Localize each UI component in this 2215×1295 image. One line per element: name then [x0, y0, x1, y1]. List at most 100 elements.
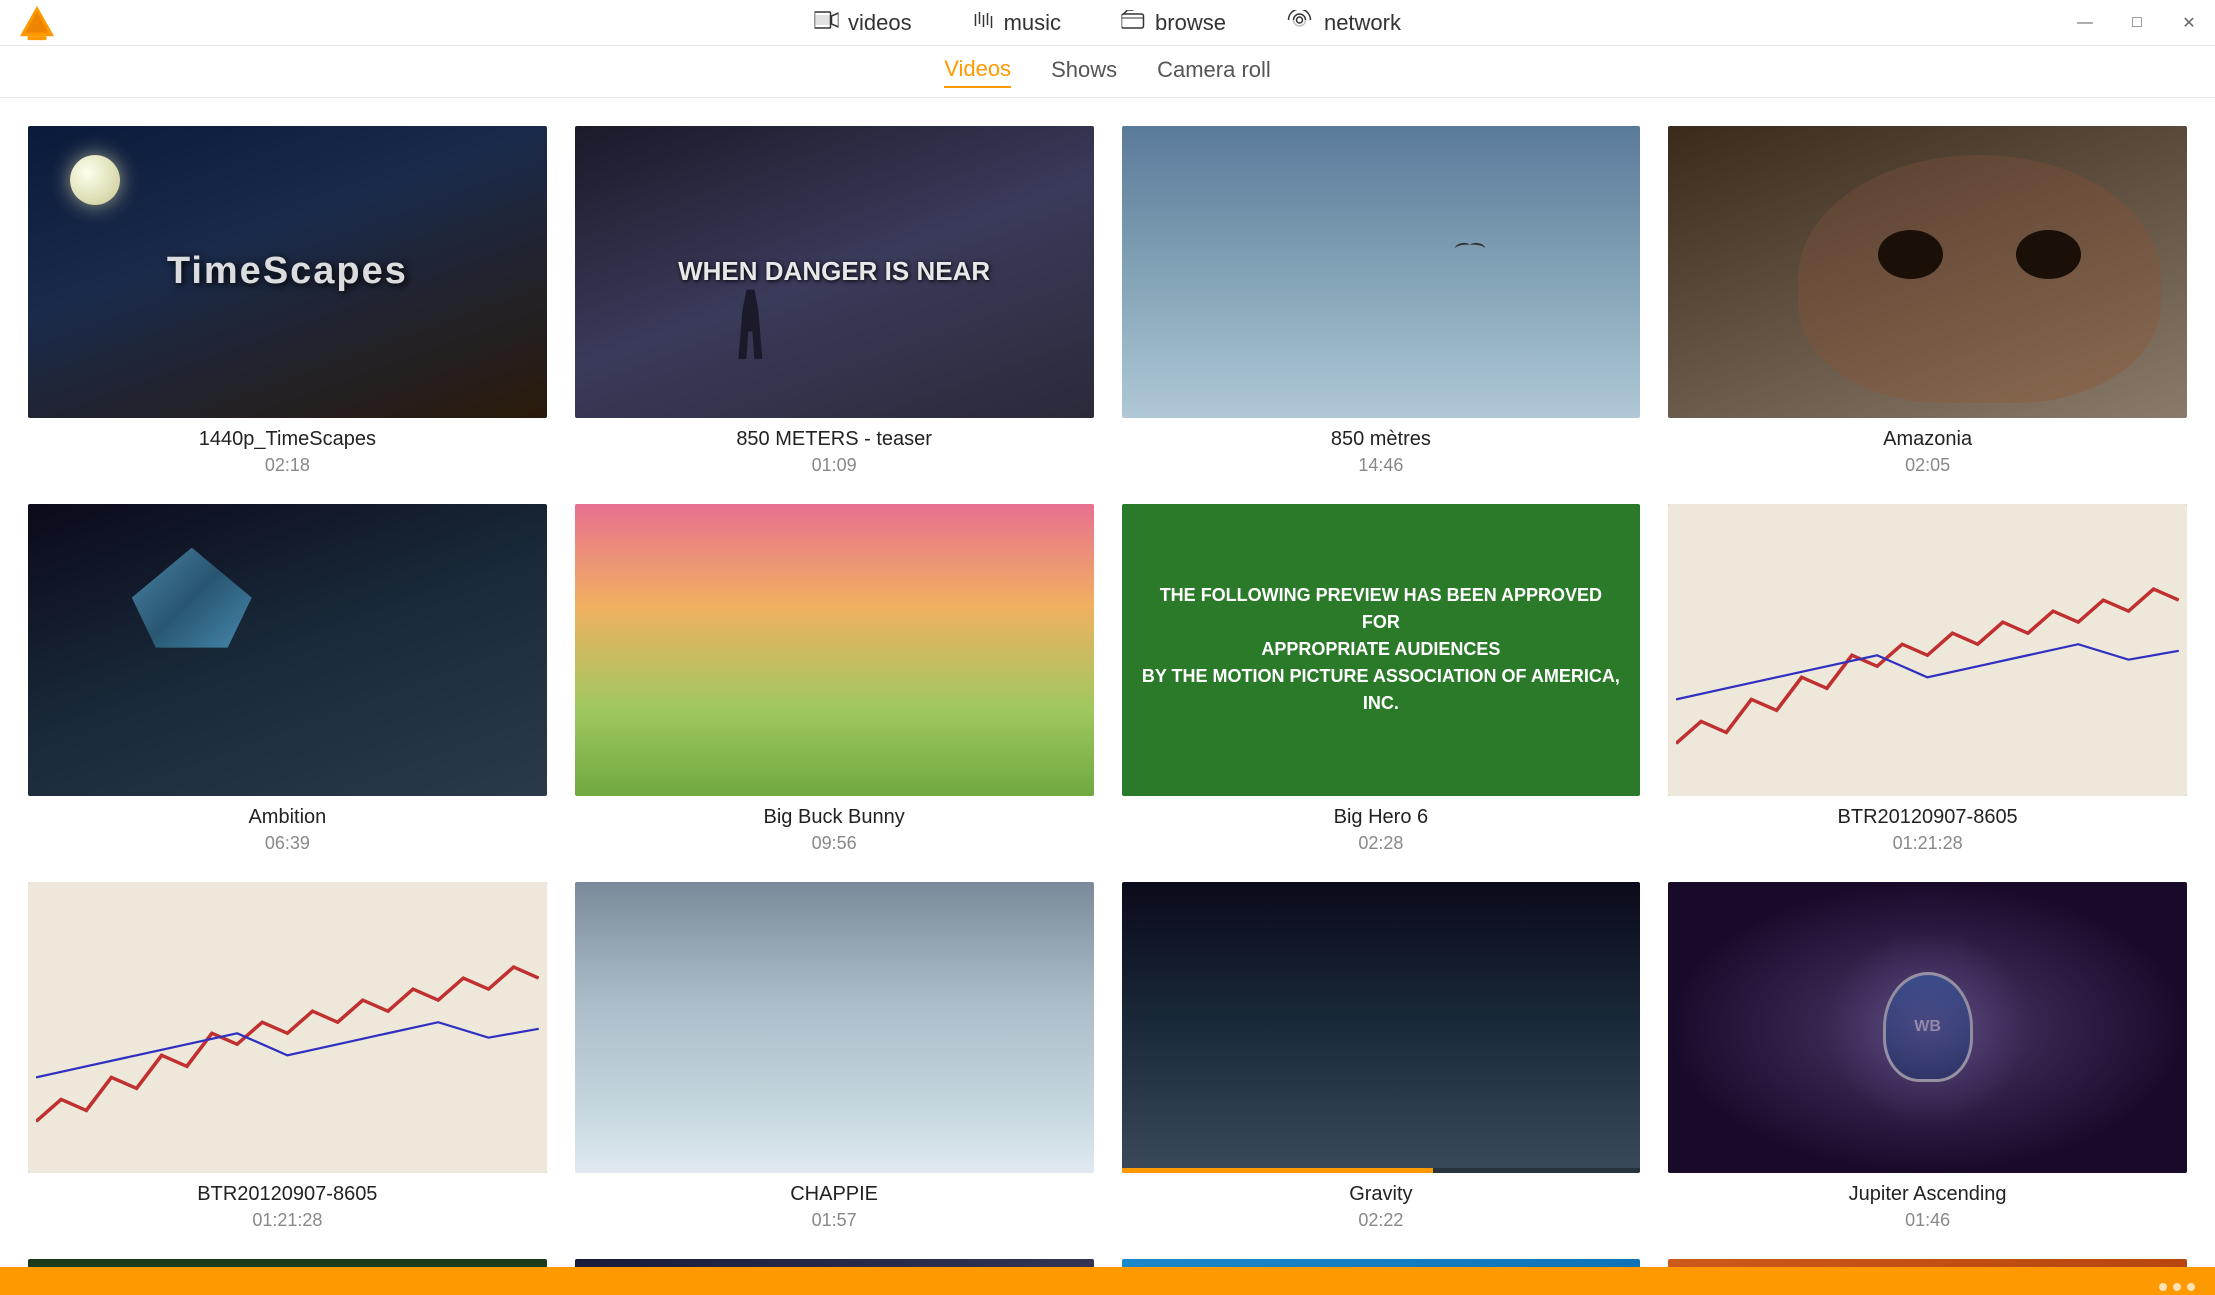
video-thumbnail	[28, 504, 547, 796]
list-item[interactable]: oulli	[1668, 1259, 2187, 1267]
close-button[interactable]: ✕	[2163, 0, 2215, 46]
video-duration: 14:46	[1358, 455, 1403, 476]
list-item[interactable]: Big Buck Bunny 09:56	[575, 504, 1094, 854]
music-icon	[972, 10, 994, 36]
nav-music-label: music	[1004, 10, 1061, 36]
approved-overlay: THE FOLLOWING PREVIEW HAS BEEN APPROVED …	[1122, 504, 1641, 796]
nav-network-label: network	[1324, 10, 1401, 36]
list-item[interactable]: CHAPPIE 01:57	[575, 882, 1094, 1232]
video-duration: 02:22	[1358, 1210, 1403, 1231]
video-title: Ambition	[248, 806, 326, 829]
video-title: Jupiter Ascending	[1849, 1183, 2007, 1206]
video-title: Amazonia	[1883, 428, 1972, 451]
list-item[interactable]: Amazonia 02:05	[1668, 126, 2187, 476]
decorative-glow	[1828, 927, 2028, 1127]
video-title: Big Hero 6	[1334, 806, 1429, 829]
video-grid: TimeScapes 1440p_TimeScapes 02:18 WHEN D…	[28, 126, 2187, 1267]
maximize-button[interactable]: □	[2111, 0, 2163, 46]
chart-thumbnail	[1668, 504, 2187, 796]
app-logo	[18, 4, 56, 42]
browse-icon	[1121, 10, 1145, 36]
list-item[interactable]: 850 mètres 14:46	[1122, 126, 1641, 476]
video-thumbnail: WB	[1668, 882, 2187, 1174]
video-title: BTR20120907-8605	[1838, 806, 2018, 829]
video-title: 850 mètres	[1331, 428, 1431, 451]
video-thumbnail: oulli	[1122, 1259, 1641, 1267]
video-title: 850 METERS - teaser	[736, 428, 932, 451]
nav-music[interactable]: music	[972, 10, 1061, 36]
list-item[interactable]: THE FOLLOWING PREVIEW HAS BEEN APPROVED …	[1122, 504, 1641, 854]
video-duration: 01:21:28	[1893, 833, 1963, 854]
list-item[interactable]	[28, 1259, 547, 1267]
video-duration: 06:39	[265, 833, 310, 854]
video-duration: 02:05	[1905, 455, 1950, 476]
nav-network[interactable]: network	[1286, 10, 1401, 36]
video-title: 1440p_TimeScapes	[199, 428, 376, 451]
list-item[interactable]: TimeScapes 1440p_TimeScapes 02:18	[28, 126, 547, 476]
nav-browse-label: browse	[1155, 10, 1226, 36]
list-item[interactable]: oulli	[1122, 1259, 1641, 1267]
subnav-videos[interactable]: Videos	[944, 56, 1011, 88]
content-area: TimeScapes 1440p_TimeScapes 02:18 WHEN D…	[0, 98, 2215, 1267]
dot-2	[2173, 1283, 2181, 1291]
video-duration: 02:18	[265, 455, 310, 476]
nav-videos-label: videos	[848, 10, 912, 36]
dot-3	[2187, 1283, 2195, 1291]
video-duration: 09:56	[812, 833, 857, 854]
video-thumbnail	[28, 882, 547, 1174]
network-icon	[1286, 10, 1314, 36]
ouli-overlay: oulli	[1122, 1259, 1641, 1267]
list-item[interactable]: BTR20120907-8605 01:21:28	[1668, 504, 2187, 854]
video-duration: 01:21:28	[252, 1210, 322, 1231]
video-thumbnail: WHEN DANGER IS NEAR	[575, 126, 1094, 418]
list-item[interactable]	[575, 1259, 1094, 1267]
status-bar	[0, 1267, 2215, 1295]
decorative-monkey	[1798, 155, 2161, 403]
video-thumbnail	[1122, 882, 1641, 1174]
sub-navigation: Videos Shows Camera roll	[0, 46, 2215, 98]
video-thumbnail: oulli	[1668, 1259, 2187, 1267]
minimize-button[interactable]: —	[2059, 0, 2111, 46]
video-thumbnail	[1668, 126, 2187, 418]
progress-bar	[1122, 1168, 1641, 1173]
chart-thumbnail-2	[28, 882, 547, 1174]
thumb-overlay: WHEN DANGER IS NEAR	[575, 126, 1094, 418]
subnav-cameraroll[interactable]: Camera roll	[1157, 57, 1271, 87]
subnav-shows[interactable]: Shows	[1051, 57, 1117, 87]
thumb-overlay: TimeScapes	[28, 126, 547, 418]
vlc-cone-icon	[18, 4, 56, 42]
nav-videos[interactable]: videos	[814, 10, 912, 36]
decorative-crystal	[132, 548, 252, 648]
video-thumbnail	[1668, 504, 2187, 796]
video-duration: 01:09	[812, 455, 857, 476]
video-duration: 02:28	[1358, 833, 1403, 854]
video-title: CHAPPIE	[790, 1183, 878, 1206]
video-title: Big Buck Bunny	[764, 806, 905, 829]
video-thumbnail: TimeScapes	[28, 126, 547, 418]
list-item[interactable]: WHEN DANGER IS NEAR 850 METERS - teaser …	[575, 126, 1094, 476]
video-thumbnail: THE FOLLOWING PREVIEW HAS BEEN APPROVED …	[1122, 504, 1641, 796]
list-item[interactable]: Ambition 06:39	[28, 504, 547, 854]
video-thumbnail	[28, 1259, 547, 1267]
video-thumbnail	[575, 1259, 1094, 1267]
nav-browse[interactable]: browse	[1121, 10, 1226, 36]
video-title: BTR20120907-8605	[197, 1183, 377, 1206]
list-item[interactable]: BTR20120907-8605 01:21:28	[28, 882, 547, 1232]
titlebar: videos music browse network — □ ✕	[0, 0, 2215, 46]
video-thumbnail	[575, 882, 1094, 1174]
main-nav: videos music browse network	[814, 10, 1401, 36]
videos-icon	[814, 10, 838, 36]
window-controls: — □ ✕	[2059, 0, 2215, 46]
progress-fill	[1122, 1168, 1433, 1173]
list-item[interactable]: WB Jupiter Ascending 01:46	[1668, 882, 2187, 1232]
list-item[interactable]: Gravity 02:22	[1122, 882, 1641, 1232]
video-duration: 01:46	[1905, 1210, 1950, 1231]
decorative-bird	[1455, 243, 1485, 253]
status-dots	[2159, 1283, 2195, 1291]
dot-1	[2159, 1283, 2167, 1291]
video-title: Gravity	[1349, 1183, 1412, 1206]
video-thumbnail	[1122, 126, 1641, 418]
video-duration: 01:57	[812, 1210, 857, 1231]
video-thumbnail	[575, 504, 1094, 796]
ouli-overlay-2: oulli	[1668, 1259, 2187, 1267]
